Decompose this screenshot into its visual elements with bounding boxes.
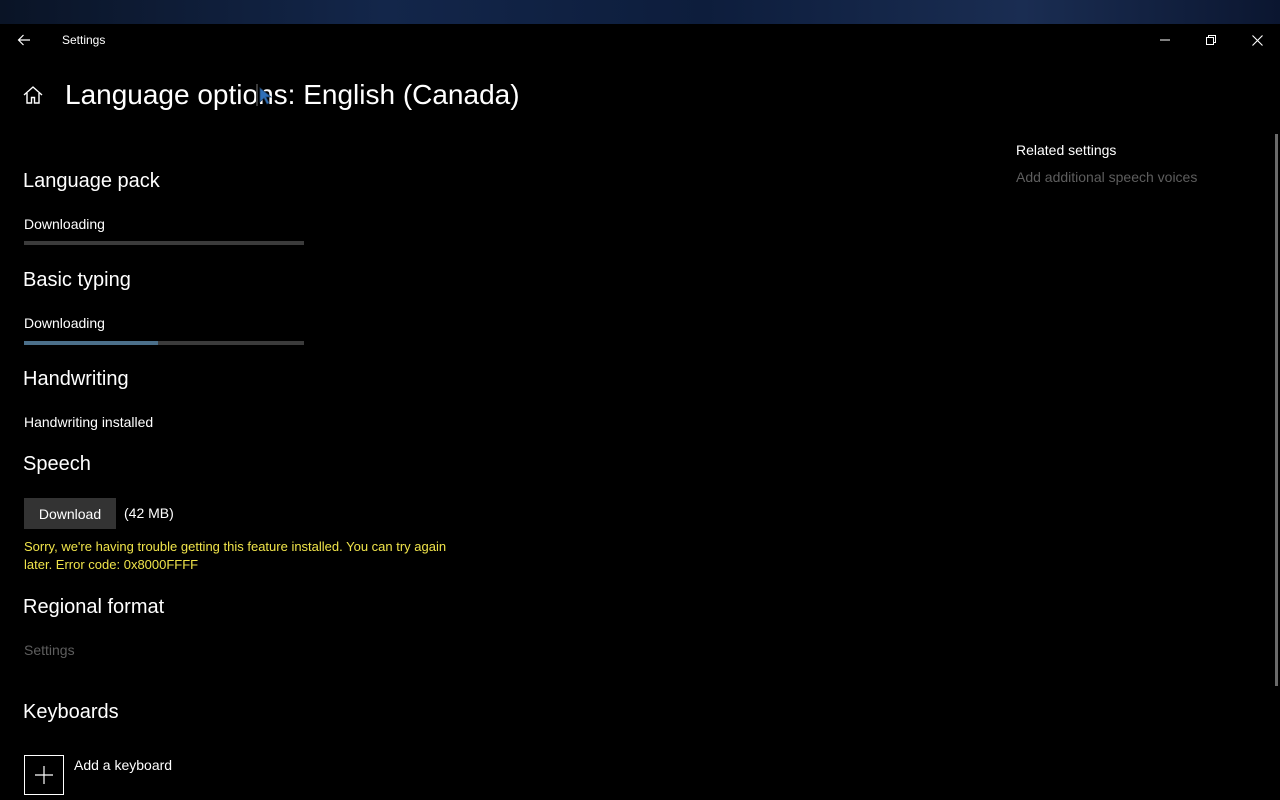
add-keyboard-button[interactable]	[24, 755, 64, 795]
scrollbar[interactable]	[1275, 134, 1278, 686]
page-header: Language options: English (Canada)	[0, 74, 900, 118]
regional-format-heading: Regional format	[23, 596, 165, 618]
related-settings-heading: Related settings	[1016, 142, 1117, 158]
regional-format-settings-link[interactable]: Settings	[24, 642, 75, 658]
minimize-icon	[1160, 39, 1170, 41]
basic-typing-status: Downloading	[24, 315, 105, 331]
home-button[interactable]	[22, 84, 46, 108]
back-arrow-icon	[17, 34, 30, 46]
plus-icon	[35, 766, 53, 784]
home-icon	[23, 86, 43, 104]
speech-heading: Speech	[23, 453, 91, 475]
speech-error-message: Sorry, we're having trouble getting this…	[24, 539, 447, 572]
speech-download-size: (42 MB)	[124, 505, 174, 521]
back-button[interactable]	[8, 26, 40, 54]
restore-icon	[1206, 35, 1216, 45]
page-title: Language options: English (Canada)	[65, 79, 520, 110]
keyboards-heading: Keyboards	[23, 701, 119, 723]
minimize-button[interactable]	[1142, 24, 1188, 56]
title-bar: Settings	[0, 24, 1280, 56]
settings-window: Settings Language options: English (Cana…	[0, 24, 1280, 800]
add-speech-voices-link[interactable]: Add additional speech voices	[1016, 169, 1197, 185]
restore-button[interactable]	[1188, 24, 1234, 56]
speech-download-button[interactable]: Download	[24, 498, 116, 529]
language-pack-status: Downloading	[24, 216, 105, 232]
language-pack-heading: Language pack	[23, 170, 160, 192]
language-pack-progress-bar	[24, 241, 304, 245]
basic-typing-progress-fill	[24, 341, 159, 345]
close-button[interactable]	[1234, 24, 1280, 56]
handwriting-status: Handwriting installed	[24, 414, 154, 430]
add-keyboard-label[interactable]: Add a keyboard	[74, 757, 172, 773]
basic-typing-heading: Basic typing	[23, 269, 131, 291]
app-title: Settings	[62, 33, 106, 47]
basic-typing-progress-bar	[24, 341, 304, 345]
handwriting-heading: Handwriting	[23, 368, 129, 390]
close-icon	[1251, 34, 1263, 46]
mouse-cursor-icon	[256, 84, 273, 106]
desktop-wallpaper-strip	[0, 0, 1280, 24]
